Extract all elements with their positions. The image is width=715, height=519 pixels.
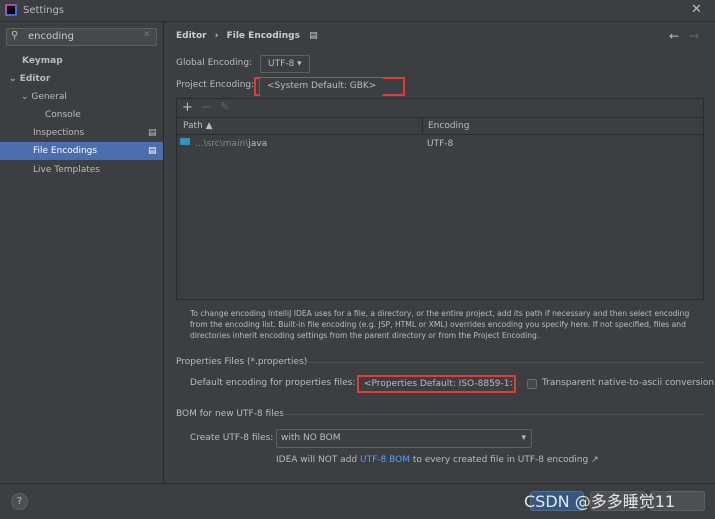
sort-ascending-icon: ▲ xyxy=(205,121,213,131)
breadcrumb-separator: › xyxy=(214,31,219,41)
sidebar-item-editor[interactable]: ⌄ Editor xyxy=(0,70,163,88)
global-encoding-label: Global Encoding: xyxy=(176,58,253,68)
project-scope-icon: ▤ xyxy=(148,146,157,156)
create-utf8-label: Create UTF-8 files: xyxy=(190,433,274,443)
sidebar-item-label: General xyxy=(31,92,67,102)
project-encoding-dropdown[interactable]: <System Default: GBK> ▾ xyxy=(259,78,383,107)
path-name: java xyxy=(248,139,268,149)
chevron-down-icon: ⌄ xyxy=(21,92,32,102)
breadcrumb: Editor › File Encodings ▤ xyxy=(176,31,318,41)
sidebar-item-live-templates[interactable]: Live Templates xyxy=(0,161,163,179)
global-encoding-value: UTF-8 xyxy=(268,59,295,69)
column-header-path[interactable]: Path ▲ xyxy=(183,121,213,131)
divider xyxy=(282,414,704,415)
properties-section-title: Properties Files (*.properties) xyxy=(176,357,308,367)
properties-encoding-label: Default encoding for properties files: xyxy=(190,378,356,388)
search-input[interactable]: ⚲ encoding ✕ xyxy=(6,28,157,46)
sidebar-item-label: Editor xyxy=(19,74,51,84)
sidebar-item-label: Inspections xyxy=(33,128,85,138)
watermark: CSDN @多多睡觉11 xyxy=(524,492,676,511)
chevron-down-icon: ⌄ xyxy=(9,74,20,84)
project-encoding-value: <System Default: GBK> xyxy=(267,81,377,91)
table-row[interactable]: ...\src\main\java UTF-8 xyxy=(177,136,703,154)
sidebar-item-label: File Encodings xyxy=(33,146,98,156)
search-icon: ⚲ xyxy=(11,30,19,41)
properties-encoding-value: <Properties Default: ISO-8859-1> xyxy=(364,379,512,389)
native-to-ascii-label[interactable]: Transparent native-to-ascii conversion xyxy=(542,378,714,388)
intellij-logo-icon xyxy=(5,4,17,16)
path-prefix: ...\src\main\ xyxy=(195,139,249,149)
bom-section-title: BOM for new UTF-8 files xyxy=(176,409,284,419)
title-bar: Settings ✕ xyxy=(0,0,715,22)
header-label: Path xyxy=(183,121,203,131)
dropdown-arrow-icon: ▾ xyxy=(521,433,526,443)
search-value: encoding xyxy=(28,31,74,42)
encodings-table: + − ✎ Path ▲ Encoding ...\src\main\java … xyxy=(176,98,704,300)
remove-icon[interactable]: − xyxy=(201,100,212,115)
bom-dropdown[interactable]: with NO BOM ▾ xyxy=(276,429,532,448)
add-icon[interactable]: + xyxy=(182,100,193,115)
breadcrumb-parent[interactable]: Editor xyxy=(176,31,207,41)
close-icon[interactable]: ✕ xyxy=(691,2,702,17)
utf8-bom-link[interactable]: UTF-8 BOM xyxy=(360,455,410,465)
native-to-ascii-checkbox[interactable] xyxy=(527,379,537,389)
note-text: to every created file in UTF-8 encoding … xyxy=(409,455,599,465)
path-cell: ...\src\main\java xyxy=(195,139,267,149)
sidebar-item-label: Live Templates xyxy=(33,165,100,175)
sidebar-item-label: Console xyxy=(45,110,81,120)
encoding-cell[interactable]: UTF-8 xyxy=(427,139,453,149)
bom-value: with NO BOM xyxy=(281,433,341,443)
column-divider xyxy=(422,118,423,135)
breadcrumb-current: File Encodings xyxy=(226,31,300,41)
help-icon[interactable]: ? xyxy=(11,493,28,510)
clear-icon[interactable]: ✕ xyxy=(143,30,151,40)
divider xyxy=(305,362,704,363)
note-text: IDEA will NOT add xyxy=(276,455,360,465)
sidebar-item-console[interactable]: Console xyxy=(0,106,163,124)
back-arrow-icon[interactable]: ← xyxy=(669,29,679,43)
forward-arrow-icon[interactable]: → xyxy=(689,29,699,43)
folder-icon xyxy=(180,138,190,145)
edit-icon[interactable]: ✎ xyxy=(220,100,229,113)
global-encoding-dropdown[interactable]: UTF-8 ▾ xyxy=(260,55,310,73)
properties-encoding-dropdown[interactable]: <Properties Default: ISO-8859-1> xyxy=(357,375,516,393)
sidebar-item-keymap[interactable]: Keymap xyxy=(0,52,163,70)
project-scope-icon: ▤ xyxy=(309,31,318,41)
info-text: To change encoding IntelliJ IDEA uses fo… xyxy=(190,309,690,340)
window-title: Settings xyxy=(23,5,65,16)
sidebar-item-inspections[interactable]: Inspections ▤ xyxy=(0,124,163,142)
project-scope-icon: ▤ xyxy=(148,128,157,138)
column-header-encoding[interactable]: Encoding xyxy=(428,121,469,131)
sidebar-item-file-encodings[interactable]: File Encodings ▤ xyxy=(0,142,163,160)
bom-note: IDEA will NOT add UTF-8 BOM to every cre… xyxy=(276,455,599,465)
sidebar-item-general[interactable]: ⌄ General xyxy=(0,88,163,106)
dropdown-arrow-icon: ▾ xyxy=(297,59,302,69)
project-encoding-label: Project Encoding: xyxy=(176,80,255,90)
sidebar-item-label: Keymap xyxy=(22,56,63,66)
